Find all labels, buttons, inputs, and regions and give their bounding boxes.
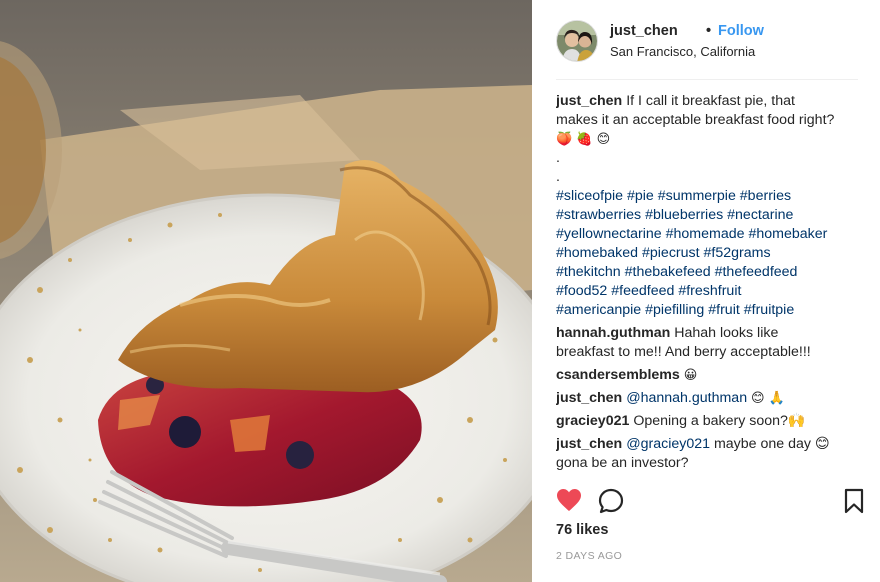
comment-text: Opening a bakery soon?🙌 — [633, 413, 806, 429]
save-button[interactable] — [844, 488, 864, 519]
hashtag-link[interactable]: #thefeedfeed — [715, 264, 798, 280]
comment-item: csandersemblems 😀 — [556, 366, 862, 385]
post-timestamp[interactable]: 2 DAYS AGO — [556, 550, 622, 562]
comment-text: breakfast to me!! And berry acceptable!!… — [556, 344, 811, 360]
hashtag-link[interactable]: #piefilling — [645, 302, 704, 318]
hashtag-link[interactable]: #homebaked — [556, 245, 638, 261]
hashtag-link[interactable]: #americanpie — [556, 302, 641, 318]
comment-bubble-icon — [598, 488, 624, 514]
hashtag-link[interactable]: #nectarine — [727, 207, 793, 223]
comments-list[interactable]: just_chen If I call it breakfast pie, th… — [556, 92, 862, 478]
comment-item: just_chen @hannah.guthman 😊 🙏 — [556, 389, 862, 408]
hashtag-link[interactable]: #blueberries — [645, 207, 723, 223]
hashtag-row: #sliceofpie #pie #summerpie #berries — [556, 187, 862, 206]
hashtag-row: #strawberries #blueberries #nectarine — [556, 206, 862, 225]
hashtag-link[interactable]: #summerpie — [658, 188, 736, 204]
post-username[interactable]: just_chen — [610, 23, 678, 39]
hashtag-link[interactable]: #strawberries — [556, 207, 641, 223]
hashtag-link[interactable]: #pie — [627, 188, 654, 204]
hashtag-link[interactable]: #piecrust — [642, 245, 700, 261]
hashtag-link[interactable]: #thekitchn — [556, 264, 621, 280]
hashtag-row: #yellownectarine #homemade #homebaker — [556, 225, 862, 244]
caption-text-line1: If I call it breakfast pie, that — [626, 93, 795, 109]
like-button[interactable] — [556, 488, 582, 517]
likes-count[interactable]: 76 likes — [556, 522, 608, 538]
comment-username[interactable]: csandersemblems — [556, 367, 680, 383]
hashtag-row: #homebaked #piecrust #f52grams — [556, 244, 862, 263]
hashtag-link[interactable]: #sliceofpie — [556, 188, 623, 204]
caption: just_chen If I call it breakfast pie, th… — [556, 92, 862, 320]
post-header: just_chen • Follow San Francisco, Califo… — [556, 18, 858, 80]
pie-photo — [0, 0, 532, 582]
hashtag-link[interactable]: #thebakefeed — [625, 264, 711, 280]
hashtag-link[interactable]: #berries — [740, 188, 791, 204]
hashtag-link[interactable]: #feedfeed — [611, 283, 674, 299]
post-location[interactable]: San Francisco, California — [610, 44, 755, 59]
comment-text: Hahah looks like — [674, 325, 779, 341]
caption-dot: . — [556, 150, 560, 166]
caption-username[interactable]: just_chen — [556, 93, 622, 109]
caption-dot: . — [556, 169, 560, 185]
comment-text: gona be an investor? — [556, 455, 689, 471]
comment-username[interactable]: graciey021 — [556, 413, 629, 429]
comment-item: graciey021 Opening a bakery soon?🙌 — [556, 412, 862, 431]
hashtag-link[interactable]: #food52 — [556, 283, 607, 299]
comment-username[interactable]: just_chen — [556, 436, 622, 452]
hashtag-link[interactable]: #freshfruit — [678, 283, 741, 299]
follow-button[interactable]: Follow — [718, 23, 764, 39]
hashtag-link[interactable]: #fruit — [708, 302, 740, 318]
comment-button[interactable] — [598, 488, 624, 519]
comment-text: 😀 — [683, 368, 698, 383]
action-bar — [556, 488, 864, 519]
hashtag-row: #food52 #feedfeed #freshfruit — [556, 282, 862, 301]
comment-mention[interactable]: @hannah.guthman — [626, 390, 747, 406]
caption-text-line2: makes it an acceptable breakfast food ri… — [556, 112, 835, 128]
comment-item: hannah.guthman Hahah looks like breakfas… — [556, 324, 862, 362]
hashtag-link[interactable]: #f52grams — [704, 245, 771, 261]
comment-text: maybe one day 😊 — [713, 436, 830, 452]
hashtag-row: #thekitchn #thebakefeed #thefeedfeed — [556, 263, 862, 282]
comment-username[interactable]: just_chen — [556, 390, 622, 406]
bookmark-icon — [844, 488, 864, 514]
comment-text: 😊 🙏 — [751, 391, 785, 406]
hashtag-link[interactable]: #fruitpie — [744, 302, 794, 318]
comment-mention[interactable]: @graciey021 — [626, 436, 710, 452]
post-side-panel: just_chen • Follow San Francisco, Califo… — [532, 0, 880, 582]
hashtag-row: #americanpie #piefilling #fruit #fruitpi… — [556, 301, 862, 320]
comment-username[interactable]: hannah.guthman — [556, 325, 670, 341]
comment-item: just_chen @graciey021 maybe one day 😊 go… — [556, 435, 862, 473]
hashtag-link[interactable]: #yellownectarine — [556, 226, 662, 242]
avatar[interactable] — [556, 20, 598, 62]
separator-dot: • — [706, 23, 712, 39]
post-photo[interactable] — [0, 0, 532, 582]
heart-icon — [557, 489, 581, 511]
caption-emojis: 🍑 🍓 😊 — [556, 132, 611, 147]
hashtag-link[interactable]: #homebaker — [748, 226, 827, 242]
hashtag-link[interactable]: #homemade — [666, 226, 745, 242]
